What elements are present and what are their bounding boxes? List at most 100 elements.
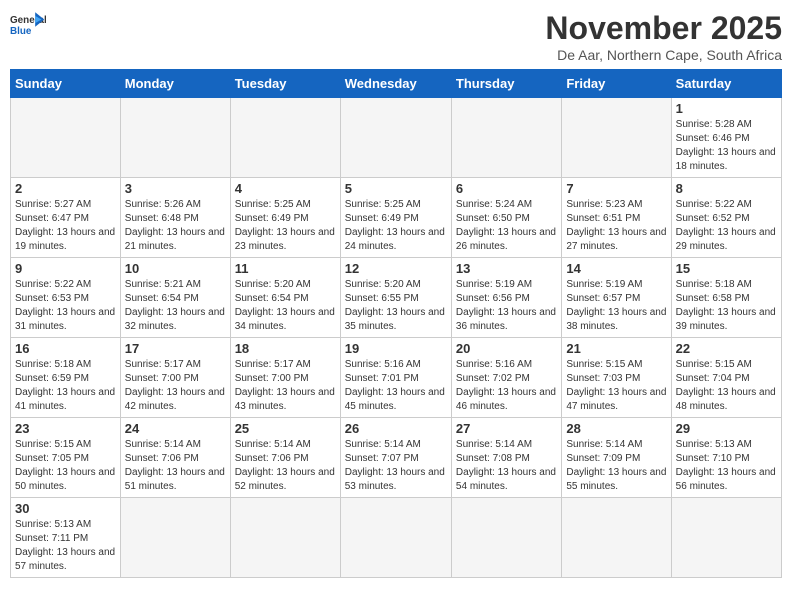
day-number: 15 bbox=[676, 261, 777, 276]
day-info: Sunrise: 5:14 AM Sunset: 7:09 PM Dayligh… bbox=[566, 438, 666, 494]
day-number: 27 bbox=[456, 421, 557, 436]
calendar-cell: 21Sunrise: 5:15 AM Sunset: 7:03 PM Dayli… bbox=[562, 338, 671, 418]
day-info: Sunrise: 5:20 AM Sunset: 6:54 PM Dayligh… bbox=[235, 278, 336, 334]
calendar-cell bbox=[230, 98, 340, 178]
month-title: November 2025 bbox=[545, 10, 782, 47]
calendar-cell: 26Sunrise: 5:14 AM Sunset: 7:07 PM Dayli… bbox=[340, 418, 451, 498]
calendar-cell: 18 Sunrise: 5:17 AM Sunset: 7:00 PM Dayli… bbox=[230, 338, 340, 418]
calendar-cell: 27 Sunrise: 5:14 AM Sunset: 7:08 PM Dayli… bbox=[451, 418, 561, 498]
day-info: Sunrise: 5:18 AM Sunset: 6:59 PM Dayligh… bbox=[15, 358, 116, 414]
calendar-cell: 4 Sunrise: 5:25 AM Sunset: 6:49 PM Daylig… bbox=[230, 178, 340, 258]
day-number: 12 bbox=[345, 261, 447, 276]
calendar-cell: 11 Sunrise: 5:20 AM Sunset: 6:54 PM Dayli… bbox=[230, 258, 340, 338]
column-header-tuesday: Tuesday bbox=[230, 70, 340, 98]
calendar-cell bbox=[340, 98, 451, 178]
day-info: Sunrise: 5:13 AM Sunset: 7:10 PM Dayligh… bbox=[676, 438, 777, 494]
day-number: 20 bbox=[456, 341, 557, 356]
calendar-cell: 19 Sunrise: 5:16 AM Sunset: 7:01 PM Dayli… bbox=[340, 338, 451, 418]
day-number: 7 bbox=[566, 181, 666, 196]
day-number: 16 bbox=[15, 341, 116, 356]
day-number: 1 bbox=[676, 101, 777, 116]
calendar-cell: 9Sunrise: 5:22 AM Sunset: 6:53 PM Daylig… bbox=[11, 258, 121, 338]
day-info: Sunrise: 5:14 AM Sunset: 7:06 PM Dayligh… bbox=[125, 438, 226, 494]
calendar-cell: 12Sunrise: 5:20 AM Sunset: 6:55 PM Dayli… bbox=[340, 258, 451, 338]
day-info: Sunrise: 5:28 AM Sunset: 6:46 PM Dayligh… bbox=[676, 118, 777, 174]
day-number: 29 bbox=[676, 421, 777, 436]
calendar-table: SundayMondayTuesdayWednesdayThursdayFrid… bbox=[10, 69, 782, 578]
day-info: Sunrise: 5:14 AM Sunset: 7:08 PM Dayligh… bbox=[456, 438, 557, 494]
day-number: 22 bbox=[676, 341, 777, 356]
calendar-cell: 13 Sunrise: 5:19 AM Sunset: 6:56 PM Dayli… bbox=[451, 258, 561, 338]
day-info: Sunrise: 5:19 AM Sunset: 6:56 PM Dayligh… bbox=[456, 278, 557, 334]
column-header-thursday: Thursday bbox=[451, 70, 561, 98]
day-number: 5 bbox=[345, 181, 447, 196]
column-header-wednesday: Wednesday bbox=[340, 70, 451, 98]
day-info: Sunrise: 5:24 AM Sunset: 6:50 PM Dayligh… bbox=[456, 198, 557, 254]
calendar-cell bbox=[11, 98, 121, 178]
day-number: 13 bbox=[456, 261, 557, 276]
day-number: 26 bbox=[345, 421, 447, 436]
calendar-cell bbox=[120, 98, 230, 178]
calendar-cell: 6 Sunrise: 5:24 AM Sunset: 6:50 PM Daylig… bbox=[451, 178, 561, 258]
calendar-cell: 3Sunrise: 5:26 AM Sunset: 6:48 PM Daylig… bbox=[120, 178, 230, 258]
calendar-cell: 10 Sunrise: 5:21 AM Sunset: 6:54 PM Dayli… bbox=[120, 258, 230, 338]
logo: General Blue bbox=[10, 10, 46, 38]
day-number: 11 bbox=[235, 261, 336, 276]
calendar-cell: 16 Sunrise: 5:18 AM Sunset: 6:59 PM Dayli… bbox=[11, 338, 121, 418]
location-subtitle: De Aar, Northern Cape, South Africa bbox=[545, 47, 782, 63]
calendar-week-4: 16 Sunrise: 5:18 AM Sunset: 6:59 PM Dayli… bbox=[11, 338, 782, 418]
day-number: 8 bbox=[676, 181, 777, 196]
calendar-cell: 2 Sunrise: 5:27 AM Sunset: 6:47 PM Daylig… bbox=[11, 178, 121, 258]
day-info: Sunrise: 5:15 AM Sunset: 7:05 PM Dayligh… bbox=[15, 438, 116, 494]
column-header-friday: Friday bbox=[562, 70, 671, 98]
calendar-cell: 25Sunrise: 5:14 AM Sunset: 7:06 PM Dayli… bbox=[230, 418, 340, 498]
day-number: 2 bbox=[15, 181, 116, 196]
calendar-cell bbox=[562, 98, 671, 178]
day-number: 23 bbox=[15, 421, 116, 436]
day-number: 10 bbox=[125, 261, 226, 276]
day-number: 19 bbox=[345, 341, 447, 356]
calendar-cell bbox=[230, 498, 340, 578]
calendar-cell: 1 Sunrise: 5:28 AM Sunset: 6:46 PM Daylig… bbox=[671, 98, 781, 178]
day-info: Sunrise: 5:22 AM Sunset: 6:52 PM Dayligh… bbox=[676, 198, 777, 254]
calendar-cell: 8 Sunrise: 5:22 AM Sunset: 6:52 PM Daylig… bbox=[671, 178, 781, 258]
calendar-cell bbox=[451, 98, 561, 178]
day-info: Sunrise: 5:17 AM Sunset: 7:00 PM Dayligh… bbox=[125, 358, 226, 414]
day-info: Sunrise: 5:16 AM Sunset: 7:01 PM Dayligh… bbox=[345, 358, 447, 414]
day-number: 14 bbox=[566, 261, 666, 276]
calendar-cell: 5Sunrise: 5:25 AM Sunset: 6:49 PM Daylig… bbox=[340, 178, 451, 258]
day-number: 30 bbox=[15, 501, 116, 516]
day-number: 4 bbox=[235, 181, 336, 196]
day-info: Sunrise: 5:19 AM Sunset: 6:57 PM Dayligh… bbox=[566, 278, 666, 334]
calendar-cell: 28 Sunrise: 5:14 AM Sunset: 7:09 PM Dayli… bbox=[562, 418, 671, 498]
calendar-cell bbox=[451, 498, 561, 578]
column-header-saturday: Saturday bbox=[671, 70, 781, 98]
calendar-week-1: 1 Sunrise: 5:28 AM Sunset: 6:46 PM Daylig… bbox=[11, 98, 782, 178]
day-number: 28 bbox=[566, 421, 666, 436]
day-info: Sunrise: 5:27 AM Sunset: 6:47 PM Dayligh… bbox=[15, 198, 116, 254]
calendar-header-row: SundayMondayTuesdayWednesdayThursdayFrid… bbox=[11, 70, 782, 98]
title-area: November 2025 De Aar, Northern Cape, Sou… bbox=[545, 10, 782, 63]
calendar-week-2: 2 Sunrise: 5:27 AM Sunset: 6:47 PM Daylig… bbox=[11, 178, 782, 258]
day-info: Sunrise: 5:15 AM Sunset: 7:03 PM Dayligh… bbox=[566, 358, 666, 414]
calendar-cell: 20Sunrise: 5:16 AM Sunset: 7:02 PM Dayli… bbox=[451, 338, 561, 418]
calendar-cell bbox=[671, 498, 781, 578]
svg-text:Blue: Blue bbox=[10, 26, 32, 37]
calendar-cell bbox=[562, 498, 671, 578]
page-header: General Blue November 2025 De Aar, North… bbox=[10, 10, 782, 63]
day-info: Sunrise: 5:14 AM Sunset: 7:06 PM Dayligh… bbox=[235, 438, 336, 494]
calendar-cell: 30Sunrise: 5:13 AM Sunset: 7:11 PM Dayli… bbox=[11, 498, 121, 578]
column-header-sunday: Sunday bbox=[11, 70, 121, 98]
day-info: Sunrise: 5:25 AM Sunset: 6:49 PM Dayligh… bbox=[235, 198, 336, 254]
calendar-cell: 17Sunrise: 5:17 AM Sunset: 7:00 PM Dayli… bbox=[120, 338, 230, 418]
calendar-cell: 22Sunrise: 5:15 AM Sunset: 7:04 PM Dayli… bbox=[671, 338, 781, 418]
day-info: Sunrise: 5:17 AM Sunset: 7:00 PM Dayligh… bbox=[235, 358, 336, 414]
calendar-week-5: 23 Sunrise: 5:15 AM Sunset: 7:05 PM Dayli… bbox=[11, 418, 782, 498]
calendar-cell: 24Sunrise: 5:14 AM Sunset: 7:06 PM Dayli… bbox=[120, 418, 230, 498]
calendar-cell: 15Sunrise: 5:18 AM Sunset: 6:58 PM Dayli… bbox=[671, 258, 781, 338]
day-number: 6 bbox=[456, 181, 557, 196]
day-number: 18 bbox=[235, 341, 336, 356]
calendar-cell: 23 Sunrise: 5:15 AM Sunset: 7:05 PM Dayli… bbox=[11, 418, 121, 498]
day-info: Sunrise: 5:22 AM Sunset: 6:53 PM Dayligh… bbox=[15, 278, 116, 334]
day-info: Sunrise: 5:21 AM Sunset: 6:54 PM Dayligh… bbox=[125, 278, 226, 334]
